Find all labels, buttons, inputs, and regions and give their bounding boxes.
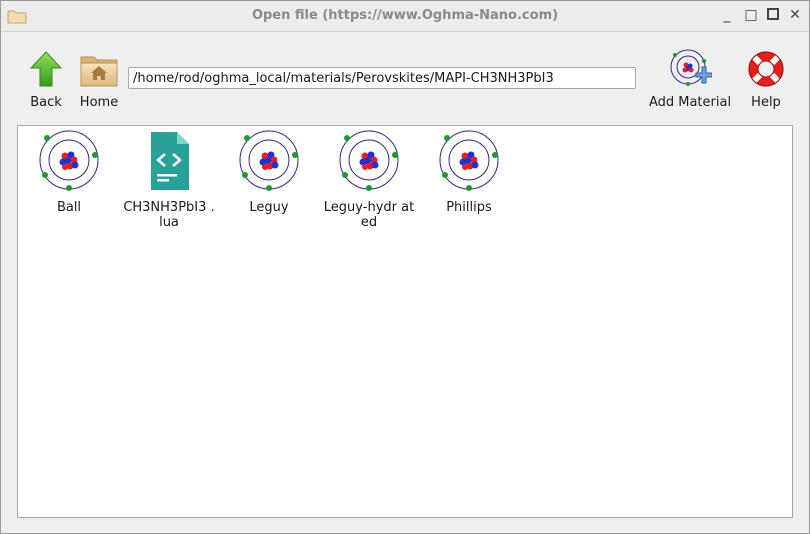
add-material-icon [670,49,713,86]
file-item-leguy-hydrated[interactable]: Leguy-hydr ated [322,130,416,230]
maximize-icon [767,8,779,20]
back-button[interactable]: Back [23,49,69,110]
help-label: Help [751,95,781,110]
close-button[interactable]: ✕ [787,7,803,23]
atom-icon [39,130,99,191]
home-label: Home [79,95,119,110]
add-material-label: Add Material [648,95,732,110]
atom-icon [239,130,299,191]
file-name: Leguy [249,200,289,215]
back-arrow-icon [29,51,63,87]
file-name: Phillips [446,200,492,215]
file-item-leguy[interactable]: Leguy [222,130,316,215]
minimize-button[interactable]: _ [719,7,735,23]
unmaximize-button[interactable] [765,7,781,23]
add-material-button[interactable]: Add Material [647,47,733,110]
file-item-ch3nh3pbi3-lua[interactable]: CH3NH3PbI3 .lua [122,130,216,230]
code-file-icon [151,132,189,190]
restore-button[interactable]: □ [743,7,759,23]
file-item-phillips[interactable]: Phillips [422,130,516,215]
atom-icon [339,130,399,191]
file-name: Ball [56,200,82,215]
home-folder-icon [80,56,118,87]
file-name: Leguy-hydr ated [323,200,415,230]
lifebuoy-help-icon [748,51,784,87]
home-button[interactable]: Home [75,49,123,110]
atom-icon [439,130,499,191]
title-bar[interactable]: Open file (https://www.Oghma-Nano.com) _… [1,1,809,32]
path-input[interactable] [128,67,636,89]
back-label: Back [30,95,62,110]
file-item-ball[interactable]: Ball [22,130,116,215]
file-name: CH3NH3PbI3 .lua [123,200,215,230]
window-title: Open file (https://www.Oghma-Nano.com) [251,8,559,23]
open-file-dialog: Open file (https://www.Oghma-Nano.com) _… [0,0,810,534]
help-button[interactable]: Help [743,49,789,110]
file-list-view[interactable]: Ball CH3NH3PbI3 .lua Leguy Leguy-hydr at… [17,125,793,518]
